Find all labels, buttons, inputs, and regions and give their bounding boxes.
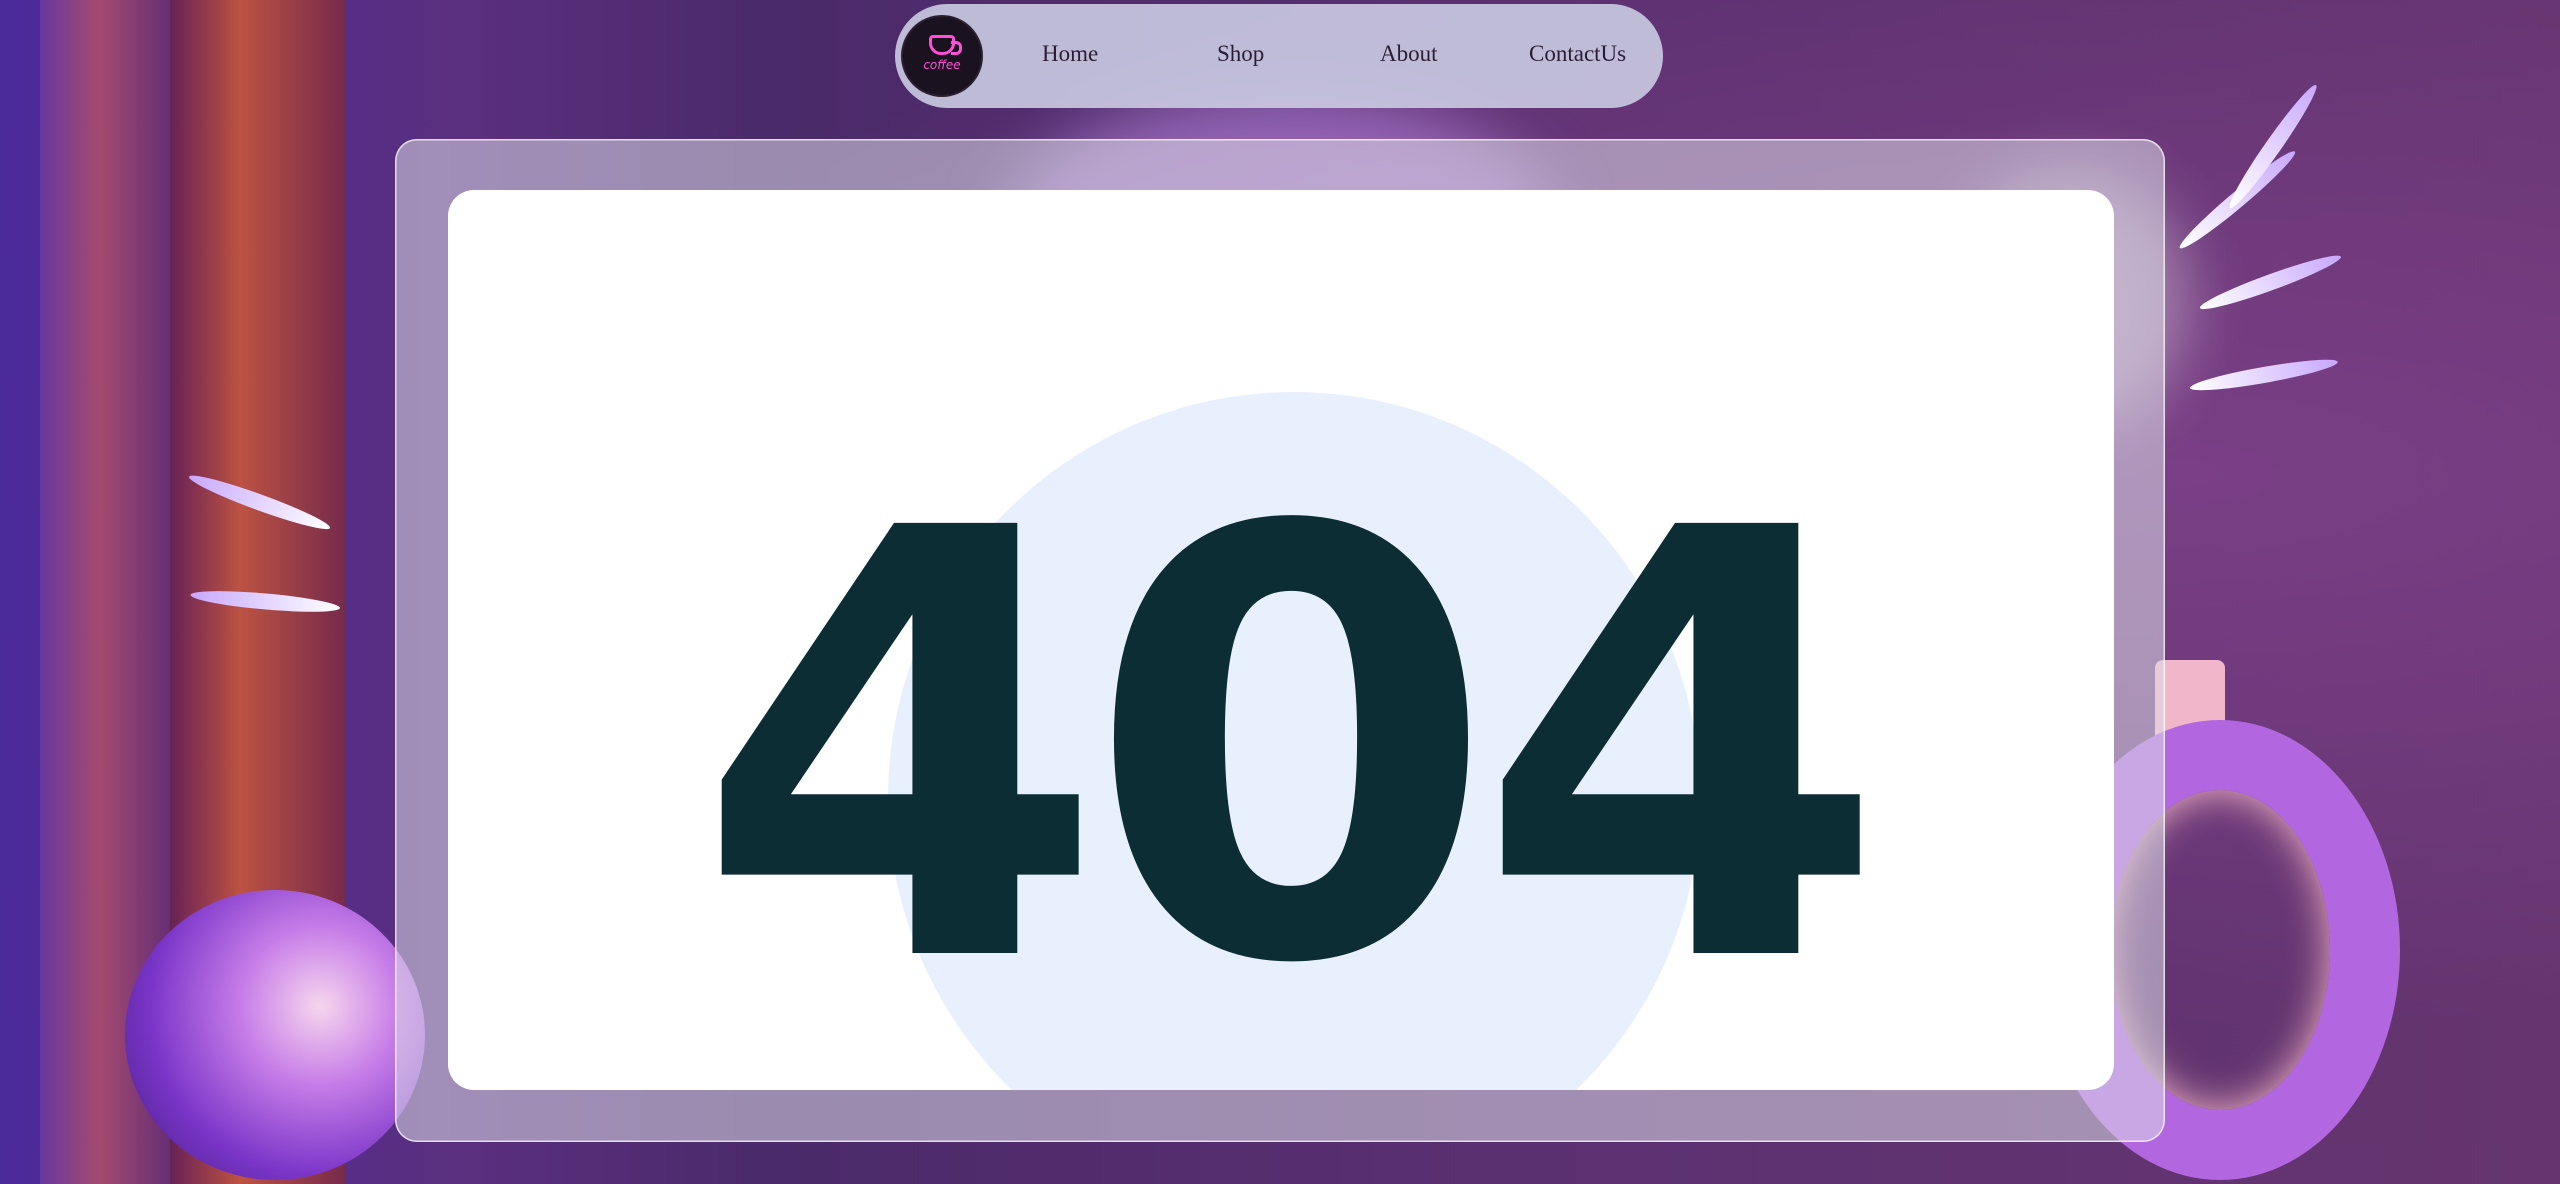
nav-link-home[interactable]: Home — [1042, 42, 1098, 65]
coffee-logo[interactable]: coffee — [903, 17, 981, 95]
error-card: 404 — [448, 190, 2114, 1090]
top-navigation: coffee Home Shop About ContactUs — [895, 4, 1663, 108]
coffee-cup-icon — [929, 34, 962, 55]
error-code: 404 — [695, 406, 1887, 1090]
logo-text: coffee — [923, 57, 961, 72]
nav-link-about[interactable]: About — [1380, 42, 1438, 65]
plant-leaf — [2188, 354, 2340, 396]
nav-link-shop[interactable]: Shop — [1217, 42, 1264, 65]
nav-link-contact[interactable]: ContactUs — [1529, 42, 1626, 65]
plant-leaf — [2197, 249, 2344, 316]
plant-leaf — [2223, 80, 2323, 213]
decorative-sphere — [125, 890, 425, 1180]
